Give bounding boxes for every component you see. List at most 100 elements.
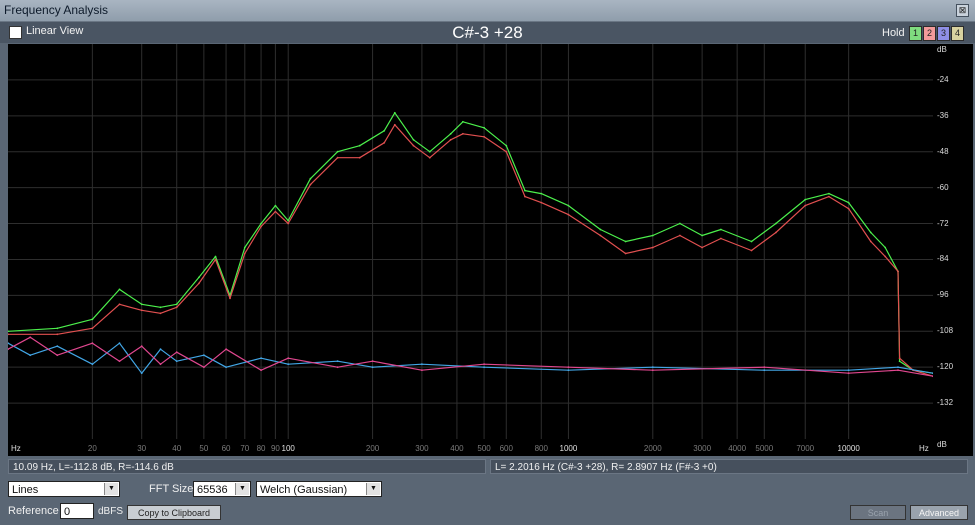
display-mode-select[interactable]: Lines ▼ <box>8 481 120 497</box>
spectrum-data-point <box>140 345 143 348</box>
spectrum-data-point <box>56 327 59 330</box>
spectrum-data-point <box>29 336 32 339</box>
cursor-readout: 10.09 Hz, L=-112.8 dB, R=-114.6 dB <box>8 459 486 474</box>
spectrum-data-point <box>140 303 143 306</box>
spectrum-data-point <box>225 366 228 369</box>
spectrum-data-point <box>483 363 485 366</box>
spectrum-data-point <box>91 363 94 366</box>
hold-button-1[interactable]: 1 <box>909 26 922 41</box>
spectrum-data-point <box>524 189 526 192</box>
chevron-down-icon: ▼ <box>366 483 380 495</box>
hold-button-4[interactable]: 4 <box>951 26 964 41</box>
spectrum-data-point <box>371 366 374 369</box>
hold-button-3[interactable]: 3 <box>937 26 950 41</box>
spectrum-data-point <box>260 369 262 372</box>
window-title: Frequency Analysis <box>4 3 109 17</box>
y-tick-label: -132 <box>937 398 954 408</box>
spectrum-plot[interactable]: 20 30 40 50 60 70 80 90 100 200 300 400 500 600 800 100… <box>8 44 933 456</box>
chevron-down-icon: ▼ <box>104 483 118 495</box>
spectrum-data-point <box>449 138 452 141</box>
x-tick-label: 70 <box>240 444 249 453</box>
spectrum-data-point <box>214 258 217 261</box>
spectrum-data-point <box>897 369 899 372</box>
spectrum-data-point <box>567 369 570 372</box>
spectrum-data-point <box>897 270 899 273</box>
spectrum-data-point <box>898 357 901 360</box>
spectrum-data-point <box>175 360 178 363</box>
window-function-select[interactable]: Welch (Gaussian) ▼ <box>256 481 382 497</box>
y-tick-label: -120 <box>937 362 954 372</box>
spectrum-data-point <box>462 120 464 123</box>
x-tick-label: 10000 <box>838 444 861 453</box>
spectrum-data-point <box>828 192 830 195</box>
spectrum-data-point <box>567 366 570 369</box>
spectrum-data-point <box>624 252 627 255</box>
fft-size-select[interactable]: 65536 ▼ <box>193 481 251 497</box>
spectrum-data-point <box>428 150 431 153</box>
spectrum-data-point <box>421 363 423 366</box>
spectrum-data-point <box>91 342 94 345</box>
spectrum-data-point <box>651 366 654 369</box>
y-tick-label: -36 <box>937 110 949 120</box>
spectrum-data-point <box>651 234 654 237</box>
spectrum-data-point <box>309 183 312 186</box>
spectrum-data-point <box>383 129 386 132</box>
x-tick-label: 1000 <box>560 444 578 453</box>
x-tick-label: 600 <box>500 444 514 453</box>
spectrum-data-point <box>412 138 415 141</box>
spectrum-data-point <box>763 366 766 369</box>
spectrum-data-point <box>884 246 887 249</box>
spectrum-series-line <box>8 342 933 374</box>
spectrum-data-point <box>383 141 386 144</box>
spectrum-data-point <box>159 312 162 315</box>
x-tick-label: 800 <box>535 444 549 453</box>
spectrum-data-point <box>56 354 59 357</box>
spectrum-data-point <box>198 276 200 279</box>
x-tick-label: 50 <box>199 444 208 453</box>
spectrum-data-point <box>175 303 178 306</box>
close-icon[interactable]: ⊠ <box>956 4 969 17</box>
hold-label: Hold <box>882 27 905 39</box>
spectrum-data-point <box>679 234 681 237</box>
hold-button-2[interactable]: 2 <box>923 26 936 41</box>
spectrum-data-point <box>371 360 374 363</box>
db-axis <box>933 44 973 456</box>
window-function-value: Welch (Gaussian) <box>260 484 348 496</box>
x-unit-label-left: Hz <box>11 444 21 453</box>
spectrum-data-point <box>847 369 850 372</box>
spectrum-data-point <box>91 327 94 330</box>
spectrum-data-point <box>483 126 485 129</box>
scan-button[interactable]: Scan <box>850 505 906 520</box>
spectrum-data-point <box>118 342 121 345</box>
reference-label: Reference <box>8 505 59 517</box>
spectrum-data-point <box>750 240 753 243</box>
spectrum-series-line <box>8 124 933 377</box>
spectrum-data-point <box>505 144 508 147</box>
spectrum-data-point <box>720 237 722 240</box>
spectrum-data-point <box>804 204 807 207</box>
spectrum-data-point <box>701 234 703 237</box>
spectrum-data-point <box>159 348 162 351</box>
spectrum-data-point <box>651 246 654 249</box>
x-tick-label: 60 <box>222 444 231 453</box>
reference-input[interactable]: 0 <box>60 503 94 519</box>
advanced-button[interactable]: Advanced <box>910 505 968 520</box>
copy-to-clipboard-button[interactable]: Copy to Clipboard <box>127 505 221 520</box>
pitch-readout: L= 2.2016 Hz (C#-3 +28), R= 2.8907 Hz (F… <box>490 459 968 474</box>
spectrum-data-point <box>869 240 872 243</box>
spectrum-data-point <box>260 225 262 228</box>
spectrum-svg: 20 30 40 50 60 70 80 90 100 200 300 400 500 600 800 100… <box>8 44 933 453</box>
x-tick-label: 500 <box>477 444 491 453</box>
spectrum-data-point <box>540 192 543 195</box>
spectrum-data-point <box>428 156 431 159</box>
spectrum-data-point <box>828 195 830 198</box>
spectrum-data-point <box>336 366 339 369</box>
spectrum-data-point <box>483 135 485 138</box>
spectrum-data-point <box>336 150 339 153</box>
spectrum-data-point <box>287 357 290 360</box>
x-tick-label: 200 <box>366 444 380 453</box>
spectrum-data-point <box>505 150 508 153</box>
spectrum-data-point <box>198 282 200 285</box>
spectrum-data-point <box>274 210 277 213</box>
spectrum-data-point <box>118 360 121 363</box>
